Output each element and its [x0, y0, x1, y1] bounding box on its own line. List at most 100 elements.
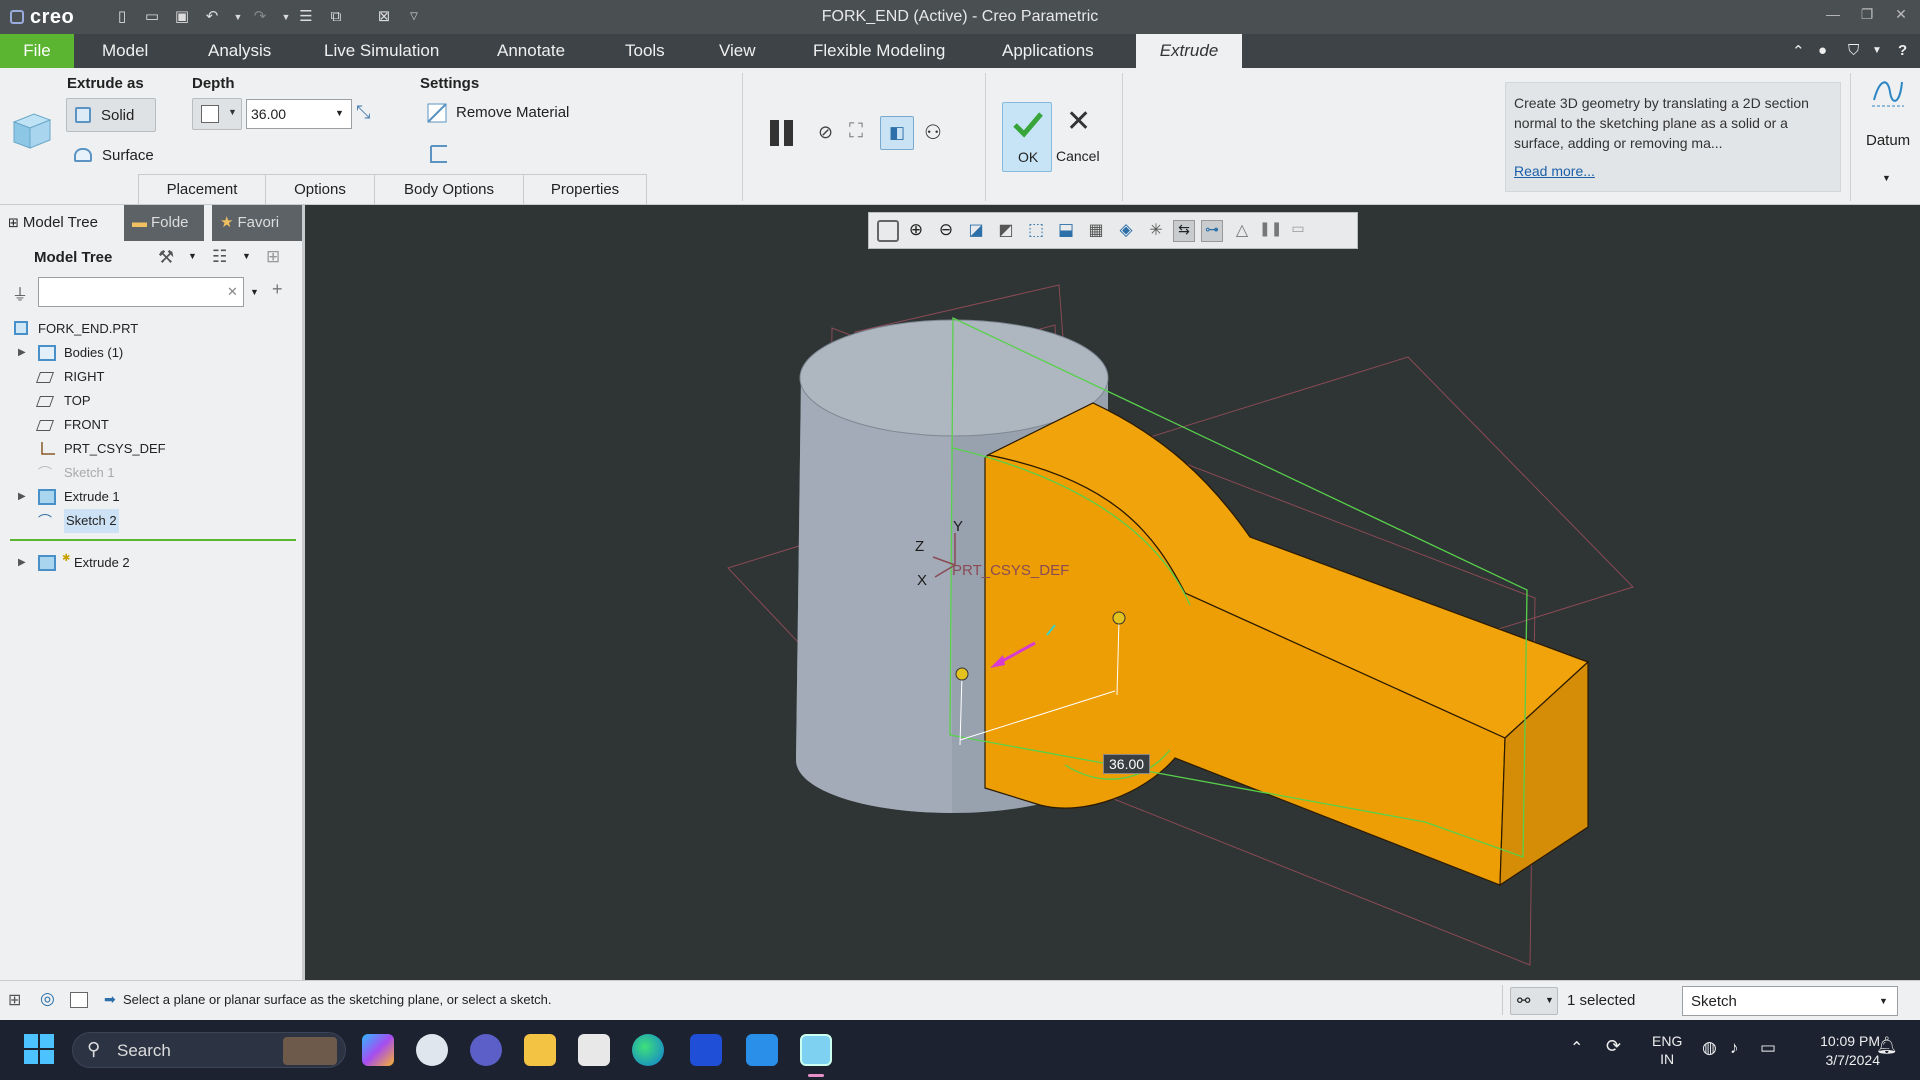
annotation-display-icon[interactable]: ⇆ — [1173, 220, 1195, 242]
learning-icon[interactable]: ⛉ — [1848, 42, 1859, 59]
expand-icon[interactable]: ▶ — [18, 341, 26, 365]
tree-item-top[interactable]: TOP — [0, 389, 300, 413]
refit-icon[interactable] — [877, 220, 899, 242]
search-help-icon[interactable]: ● — [1818, 42, 1827, 59]
zoom-out-icon[interactable]: ⊖ — [935, 220, 957, 242]
tab-tools[interactable]: Tools — [611, 34, 679, 68]
tree-show-icon[interactable]: ☷ — [212, 247, 227, 267]
store-icon[interactable] — [578, 1034, 610, 1066]
restore-icon[interactable]: ❐ — [1852, 6, 1882, 26]
creo-taskbar-icon[interactable] — [800, 1034, 832, 1066]
selection-filter-dropdown[interactable]: Sketch ▼ — [1682, 986, 1898, 1016]
tree-columns-icon[interactable]: ⊞ — [266, 247, 280, 267]
model-viewport[interactable] — [305, 205, 1920, 980]
verify-glasses-icon[interactable]: ⚇ — [924, 120, 942, 145]
tree-settings-icon[interactable]: ⚒ — [158, 247, 174, 268]
tree-item-front[interactable]: FRONT — [0, 413, 300, 437]
flip-direction-icon[interactable]: ⤡ — [356, 102, 380, 126]
mathcad-icon[interactable] — [690, 1034, 722, 1066]
zoom-in-icon[interactable]: ⊕ — [905, 220, 927, 242]
graphics-window[interactable]: Y Z X PRT_CSYS_DEF 36.00 — [305, 205, 1920, 980]
expand-icon[interactable]: ▶ — [18, 485, 26, 509]
depth-type-dropdown[interactable]: ▼ — [192, 98, 242, 130]
volume-icon[interactable]: ♪ — [1730, 1038, 1739, 1058]
saved-orientations-icon[interactable]: ⬚ — [1025, 220, 1047, 242]
spin-center-icon[interactable]: ⊶ — [1201, 220, 1223, 242]
tree-item-extrude-2[interactable]: ▶ Extrude 2 ✱ — [0, 551, 300, 575]
notification-bell-icon[interactable]: 🔔︎ — [1876, 1036, 1898, 1056]
solid-button[interactable]: Solid — [66, 98, 156, 132]
subtab-placement[interactable]: Placement — [138, 174, 266, 204]
tab-favorites[interactable]: ★ Favori — [212, 205, 302, 241]
depth-drag-handle[interactable] — [955, 667, 969, 681]
network-icon[interactable]: ◍ — [1702, 1038, 1717, 1058]
photos-icon[interactable] — [746, 1034, 778, 1066]
sync-icon[interactable]: ⟳ — [1606, 1036, 1621, 1057]
minimize-icon[interactable]: — — [1818, 6, 1848, 26]
expand-icon[interactable]: ▶ — [18, 551, 26, 575]
cancel-button[interactable]: ✕ Cancel — [1056, 102, 1102, 172]
subtab-body-options[interactable]: Body Options — [374, 174, 524, 204]
tree-item-sketch-2[interactable]: ⌒ Sketch 2 — [0, 509, 300, 533]
tab-folder-browser[interactable]: ▬ Folde — [124, 205, 204, 241]
extrude-body[interactable] — [984, 402, 1590, 887]
cloud-app-icon[interactable] — [416, 1034, 448, 1066]
tab-file[interactable]: File — [0, 34, 74, 68]
datum-button[interactable]: Datum ▼ — [1858, 74, 1916, 183]
tree-item-fork-end[interactable]: FORK_END.PRT — [0, 317, 300, 341]
close-icon[interactable]: ✕ — [1886, 6, 1916, 26]
clock[interactable]: 10:09 PM 3/7/2024 — [1800, 1032, 1880, 1070]
appearance-icon[interactable]: △ — [1231, 220, 1253, 242]
tab-extrude[interactable]: Extrude — [1136, 34, 1242, 68]
depth-drag-handle[interactable] — [1112, 611, 1126, 625]
tree-item-extrude-1[interactable]: ▶ Extrude 1 — [0, 485, 300, 509]
tool-options-icon[interactable]: ▭ — [1287, 220, 1309, 242]
tree-item-csys[interactable]: PRT_CSYS_DEF — [0, 437, 300, 461]
navigator-toggle-icon[interactable]: ⊞ — [8, 990, 21, 1010]
insert-indicator[interactable] — [10, 539, 296, 541]
preview-mesh-icon[interactable]: ⛶ — [849, 120, 863, 143]
tab-annotate[interactable]: Annotate — [483, 34, 579, 68]
tree-search-input[interactable]: ✕ — [38, 277, 244, 307]
pause-button[interactable] — [768, 120, 798, 148]
battery-icon[interactable]: ▭ — [1760, 1038, 1776, 1058]
datum-display-icon[interactable]: ✳ — [1145, 220, 1167, 242]
tree-settings-dropdown-icon[interactable]: ▼ — [188, 251, 197, 261]
browser-toggle-icon[interactable]: ◎ — [40, 989, 55, 1009]
show-hidden-icons[interactable]: ⌃ — [1570, 1038, 1583, 1058]
tree-item-bodies[interactable]: ▶ Bodies (1) — [0, 341, 300, 365]
tree-item-right[interactable]: RIGHT — [0, 365, 300, 389]
teams-icon[interactable] — [470, 1034, 502, 1066]
edge-browser-icon[interactable] — [632, 1034, 664, 1066]
view-manager-icon[interactable]: ⬓ — [1055, 220, 1077, 242]
fullscreen-icon[interactable] — [70, 992, 88, 1008]
tree-show-dropdown-icon[interactable]: ▼ — [242, 251, 251, 261]
tab-model-tree[interactable]: ⊞ Model Tree — [0, 205, 124, 241]
copilot-icon[interactable] — [362, 1034, 394, 1066]
display-style-icon[interactable]: ◩ — [995, 220, 1017, 242]
tab-live-simulation[interactable]: Live Simulation — [310, 34, 453, 68]
tab-view[interactable]: View — [705, 34, 770, 68]
learning-dropdown-icon[interactable]: ▼ — [1872, 45, 1882, 56]
depth-dimension[interactable]: 36.00 — [1103, 754, 1151, 774]
verify-preview-button[interactable]: ◧ — [880, 116, 914, 150]
tab-flexible-modeling[interactable]: Flexible Modeling — [799, 34, 959, 68]
tab-applications[interactable]: Applications — [988, 34, 1108, 68]
collapse-ribbon-icon[interactable]: ⌃ — [1792, 42, 1805, 60]
repaint-icon[interactable]: ◪ — [965, 220, 987, 242]
input-language[interactable]: ENG IN — [1652, 1032, 1682, 1068]
read-more-link[interactable]: Read more... — [1514, 163, 1595, 179]
tab-analysis[interactable]: Analysis — [194, 34, 285, 68]
clear-search-icon[interactable]: ✕ — [227, 284, 238, 300]
perspective-icon[interactable]: ▦ — [1085, 220, 1107, 242]
search-options-dropdown-icon[interactable]: ▼ — [250, 287, 259, 297]
file-explorer-icon[interactable] — [524, 1034, 556, 1066]
section-icon[interactable]: ◈ — [1115, 220, 1137, 242]
smart-filter-button[interactable]: ⚯ ▼ — [1510, 987, 1558, 1015]
tree-item-sketch-1[interactable]: ⌒ Sketch 1 — [0, 461, 300, 485]
help-icon[interactable]: ? — [1898, 42, 1907, 59]
depth-value-input[interactable]: 36.00 ▼ — [246, 99, 352, 129]
surface-button[interactable]: Surface — [66, 142, 166, 170]
depth-dropdown-icon[interactable]: ▼ — [335, 108, 344, 118]
subtab-options[interactable]: Options — [265, 174, 375, 204]
